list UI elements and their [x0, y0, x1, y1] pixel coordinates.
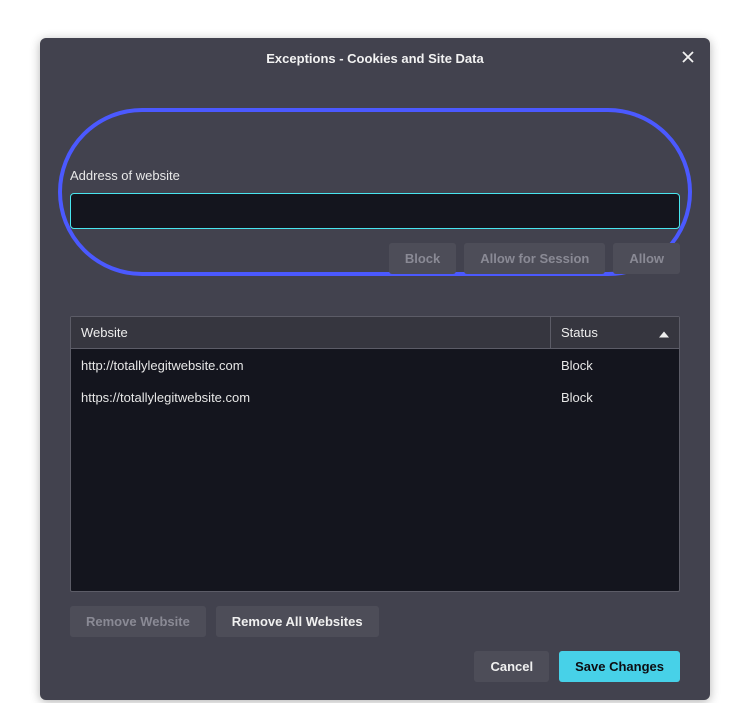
exceptions-table: Website Status http://totallylegitwebsit…	[70, 316, 680, 592]
cell-website: http://totallylegitwebsite.com	[71, 358, 551, 373]
address-input-section: Address of website Block Allow for Sessi…	[40, 78, 710, 296]
close-button[interactable]	[676, 46, 700, 70]
table-row[interactable]: http://totallylegitwebsite.com Block	[71, 349, 679, 381]
address-label: Address of website	[70, 168, 680, 183]
table-row[interactable]: https://totallylegitwebsite.com Block	[71, 381, 679, 413]
cell-status: Block	[551, 390, 679, 405]
exceptions-table-section: Website Status http://totallylegitwebsit…	[40, 296, 710, 592]
cell-status: Block	[551, 358, 679, 373]
remove-all-button[interactable]: Remove All Websites	[216, 606, 379, 637]
remove-website-button[interactable]: Remove Website	[70, 606, 206, 637]
col-header-status-label: Status	[561, 325, 598, 340]
exceptions-dialog: Exceptions - Cookies and Site Data Addre…	[40, 38, 710, 700]
save-button[interactable]: Save Changes	[559, 651, 680, 682]
col-header-website-label: Website	[81, 325, 128, 340]
cell-website: https://totallylegitwebsite.com	[71, 390, 551, 405]
close-icon	[681, 50, 695, 67]
remove-actions-row: Remove Website Remove All Websites	[40, 592, 710, 637]
dialog-title: Exceptions - Cookies and Site Data	[266, 51, 483, 66]
table-body: http://totallylegitwebsite.com Block htt…	[71, 349, 679, 413]
input-action-row: Block Allow for Session Allow	[70, 243, 680, 274]
allow-session-button[interactable]: Allow for Session	[464, 243, 605, 274]
sort-ascending-icon	[659, 325, 669, 340]
address-input[interactable]	[70, 193, 680, 229]
col-header-website[interactable]: Website	[71, 317, 551, 348]
table-header-row: Website Status	[71, 317, 679, 349]
block-button[interactable]: Block	[389, 243, 456, 274]
cancel-button[interactable]: Cancel	[474, 651, 549, 682]
dialog-footer: Cancel Save Changes	[40, 637, 710, 700]
title-bar: Exceptions - Cookies and Site Data	[40, 38, 710, 78]
col-header-status[interactable]: Status	[551, 317, 679, 348]
allow-button[interactable]: Allow	[613, 243, 680, 274]
